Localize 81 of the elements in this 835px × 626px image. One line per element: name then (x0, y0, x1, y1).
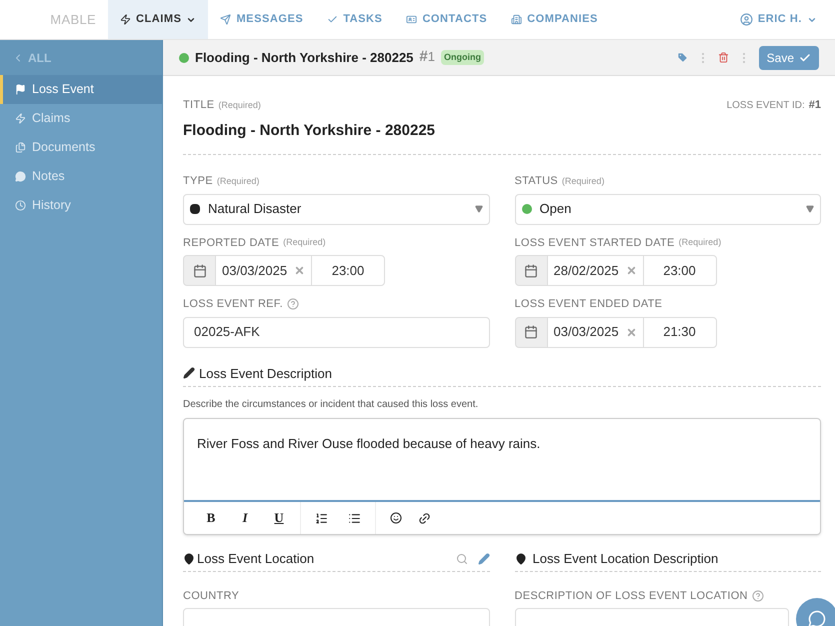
field-label: DESCRIPTION OF LOSS EVENT LOCATION (514, 588, 748, 604)
field-label: TYPE (183, 174, 213, 189)
date-value: 03/03/2025 (554, 323, 619, 342)
calendar-button[interactable] (183, 255, 216, 286)
sidebar-icon (15, 142, 26, 153)
help-icon[interactable] (752, 590, 764, 602)
format-button[interactable]: I (228, 508, 262, 528)
format-button[interactable]: B (194, 508, 228, 528)
section-heading: Loss Event Location (197, 550, 316, 568)
date-value: 28/02/2025 (554, 262, 619, 280)
date-field[interactable]: 03/03/2025 (548, 316, 642, 348)
sidebar-icon (15, 171, 26, 182)
nav-icon (511, 14, 522, 25)
edit-icon[interactable] (478, 552, 490, 565)
status-badge: Ongoing (440, 50, 484, 66)
time-field[interactable]: 23:00 (311, 255, 385, 286)
dropdown-arrow-icon (806, 205, 814, 213)
date-field[interactable]: 28/02/2025 (548, 255, 642, 286)
nav-icon (406, 14, 418, 25)
ref-field[interactable]: 02025-AFK (183, 316, 490, 348)
field-label: LOSS EVENT REF. (183, 297, 283, 312)
nav-icon (220, 14, 232, 25)
time-field[interactable]: 21:30 (642, 316, 716, 348)
field-label: STATUS (514, 174, 558, 189)
field-label: TITLE (183, 98, 214, 113)
calendar-button[interactable] (514, 255, 548, 286)
time-field[interactable]: 23:00 (642, 255, 716, 286)
nav-icon (120, 14, 131, 25)
date-field[interactable]: 03/03/2025 (216, 255, 311, 286)
user-icon (740, 13, 753, 26)
required-note: (Required) (218, 98, 261, 112)
record-number: #1 (419, 47, 435, 68)
select-field[interactable]: Natural Disaster (183, 194, 490, 224)
nav-tab[interactable]: CLAIMS (108, 0, 208, 39)
select-field[interactable]: Open (514, 194, 821, 224)
calendar-button[interactable] (514, 316, 548, 348)
dropdown-arrow-icon (474, 205, 482, 213)
description-text[interactable]: River Foss and River Ouse flooded because of heavy rains. (184, 419, 820, 502)
field-label: COUNTRY (183, 588, 240, 604)
nav-icon (327, 14, 338, 25)
format-button[interactable]: U (262, 508, 296, 528)
sidebar-icon (15, 84, 26, 95)
required-note: (Required) (216, 174, 260, 188)
tag-icon[interactable] (676, 52, 688, 63)
field-label: REPORTED DATE (183, 236, 280, 250)
pin-icon (514, 552, 526, 565)
section-heading: Loss Event Description (199, 364, 332, 383)
description-hint: Describe the circumstances or incident that caused this loss event. (183, 398, 480, 412)
clear-icon[interactable] (626, 265, 636, 276)
date-value: 03/03/2025 (222, 262, 288, 280)
check-icon (799, 52, 811, 64)
id-label: LOSS EVENT ID: (726, 98, 805, 113)
sidebar-item[interactable]: Loss Event (0, 75, 162, 104)
pin-icon (183, 552, 195, 565)
select-value: Open (540, 200, 572, 218)
calendar-icon (524, 264, 538, 278)
calendar-icon (192, 264, 206, 278)
sidebar-icon (15, 113, 26, 124)
required-note: (Required) (678, 236, 722, 249)
record-title: Flooding - North Yorkshire - 280225 (195, 48, 414, 67)
field-label: LOSS EVENT ENDED DATE (514, 297, 662, 312)
brand-logo-text: MABLE (49, 10, 97, 29)
calendar-icon (524, 325, 538, 339)
select-value: Natural Disaster (208, 200, 302, 218)
search-icon[interactable] (456, 552, 468, 565)
bullet-list-icon[interactable] (348, 512, 361, 524)
id-value: #1 (808, 98, 821, 113)
title-value: Flooding - North Yorkshire - 280225 (183, 120, 821, 155)
clear-icon[interactable] (294, 265, 305, 276)
sidebar-icon (15, 200, 26, 211)
pencil-icon (183, 367, 195, 380)
required-note: (Required) (283, 236, 326, 249)
required-note: (Required) (562, 174, 604, 188)
emoji-icon[interactable] (390, 512, 402, 524)
ordered-list-icon[interactable] (315, 512, 328, 524)
clear-icon[interactable] (626, 326, 636, 338)
delete-icon[interactable] (718, 52, 729, 63)
section-heading: Loss Event Location Description (532, 550, 718, 568)
chat-icon (808, 610, 826, 626)
help-icon[interactable] (286, 298, 299, 310)
field-label: LOSS EVENT STARTED DATE (514, 236, 675, 250)
